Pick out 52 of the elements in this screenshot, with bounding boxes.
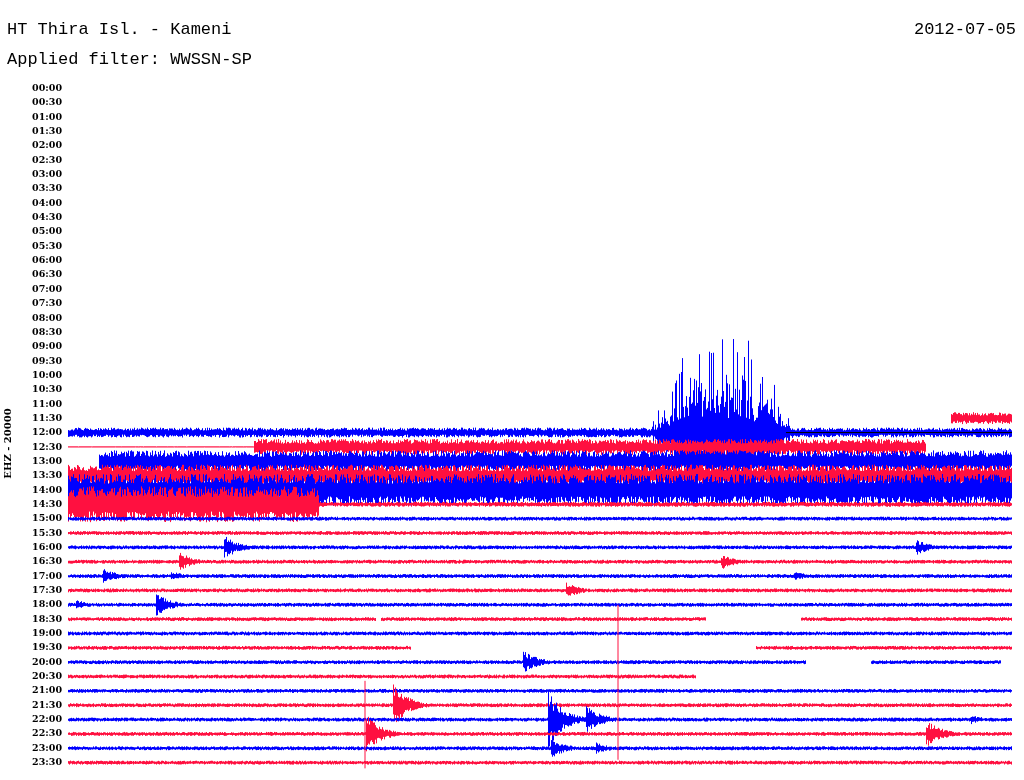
time-label: 18:00 bbox=[31, 597, 63, 612]
time-label: 16:00 bbox=[31, 540, 63, 554]
station-title: HT Thira Isl. - Kameni bbox=[7, 19, 232, 41]
time-label: 19:00 bbox=[31, 626, 63, 641]
time-label: 05:00 bbox=[31, 224, 63, 239]
time-label: 23:00 bbox=[31, 740, 63, 755]
time-label: 09:30 bbox=[31, 353, 63, 368]
time-label: 04:00 bbox=[31, 195, 63, 210]
time-label: 06:30 bbox=[31, 267, 63, 282]
time-label: 16:30 bbox=[31, 554, 63, 569]
time-label: 18:30 bbox=[31, 611, 63, 626]
time-label: 21:00 bbox=[31, 683, 63, 698]
time-label: 20:30 bbox=[31, 669, 63, 684]
time-label: 17:00 bbox=[31, 568, 63, 583]
time-label: 14:00 bbox=[31, 482, 63, 497]
time-label: 06:00 bbox=[31, 253, 63, 268]
axis-label: EHZ - 20000 bbox=[0, 407, 14, 481]
time-label: 10:30 bbox=[31, 382, 63, 397]
time-label: 11:30 bbox=[31, 410, 63, 425]
time-label: 14:30 bbox=[31, 496, 63, 511]
time-label: 20:00 bbox=[31, 654, 63, 669]
time-label: 13:00 bbox=[31, 453, 63, 468]
time-label: 22:00 bbox=[31, 712, 63, 727]
time-label: 02:00 bbox=[31, 138, 63, 153]
time-label: 13:30 bbox=[31, 468, 63, 483]
time-label: 07:30 bbox=[31, 296, 63, 311]
time-label: 15:30 bbox=[31, 525, 63, 540]
time-label: 10:00 bbox=[31, 367, 63, 382]
time-label: 02:30 bbox=[31, 152, 63, 167]
time-label: 23:30 bbox=[31, 755, 63, 770]
time-label: 11:00 bbox=[31, 396, 63, 411]
filter-label: Applied filter: WWSSN-SP bbox=[7, 50, 252, 69]
time-label: 04:30 bbox=[31, 210, 63, 225]
time-label: 03:30 bbox=[31, 181, 63, 196]
time-label: 12:00 bbox=[31, 425, 63, 440]
time-label: 22:30 bbox=[31, 726, 63, 741]
time-label: 12:30 bbox=[31, 439, 63, 454]
time-label: 15:00 bbox=[31, 511, 63, 526]
time-label: 01:30 bbox=[31, 124, 63, 139]
time-label: 01:00 bbox=[31, 109, 63, 124]
time-label: 03:00 bbox=[31, 167, 63, 182]
time-label: 05:30 bbox=[31, 238, 63, 253]
time-label: 09:00 bbox=[31, 339, 63, 354]
time-label: 07:00 bbox=[31, 281, 63, 296]
time-label: 17:30 bbox=[31, 583, 63, 598]
time-label: 00:00 bbox=[31, 81, 63, 95]
time-label: 19:30 bbox=[31, 640, 63, 655]
date-label: 2012-07-05 bbox=[913, 19, 1016, 41]
time-label: 21:30 bbox=[31, 697, 63, 712]
time-label: 08:00 bbox=[31, 310, 63, 325]
time-label: 00:30 bbox=[31, 95, 63, 110]
time-label: 08:30 bbox=[31, 324, 63, 339]
